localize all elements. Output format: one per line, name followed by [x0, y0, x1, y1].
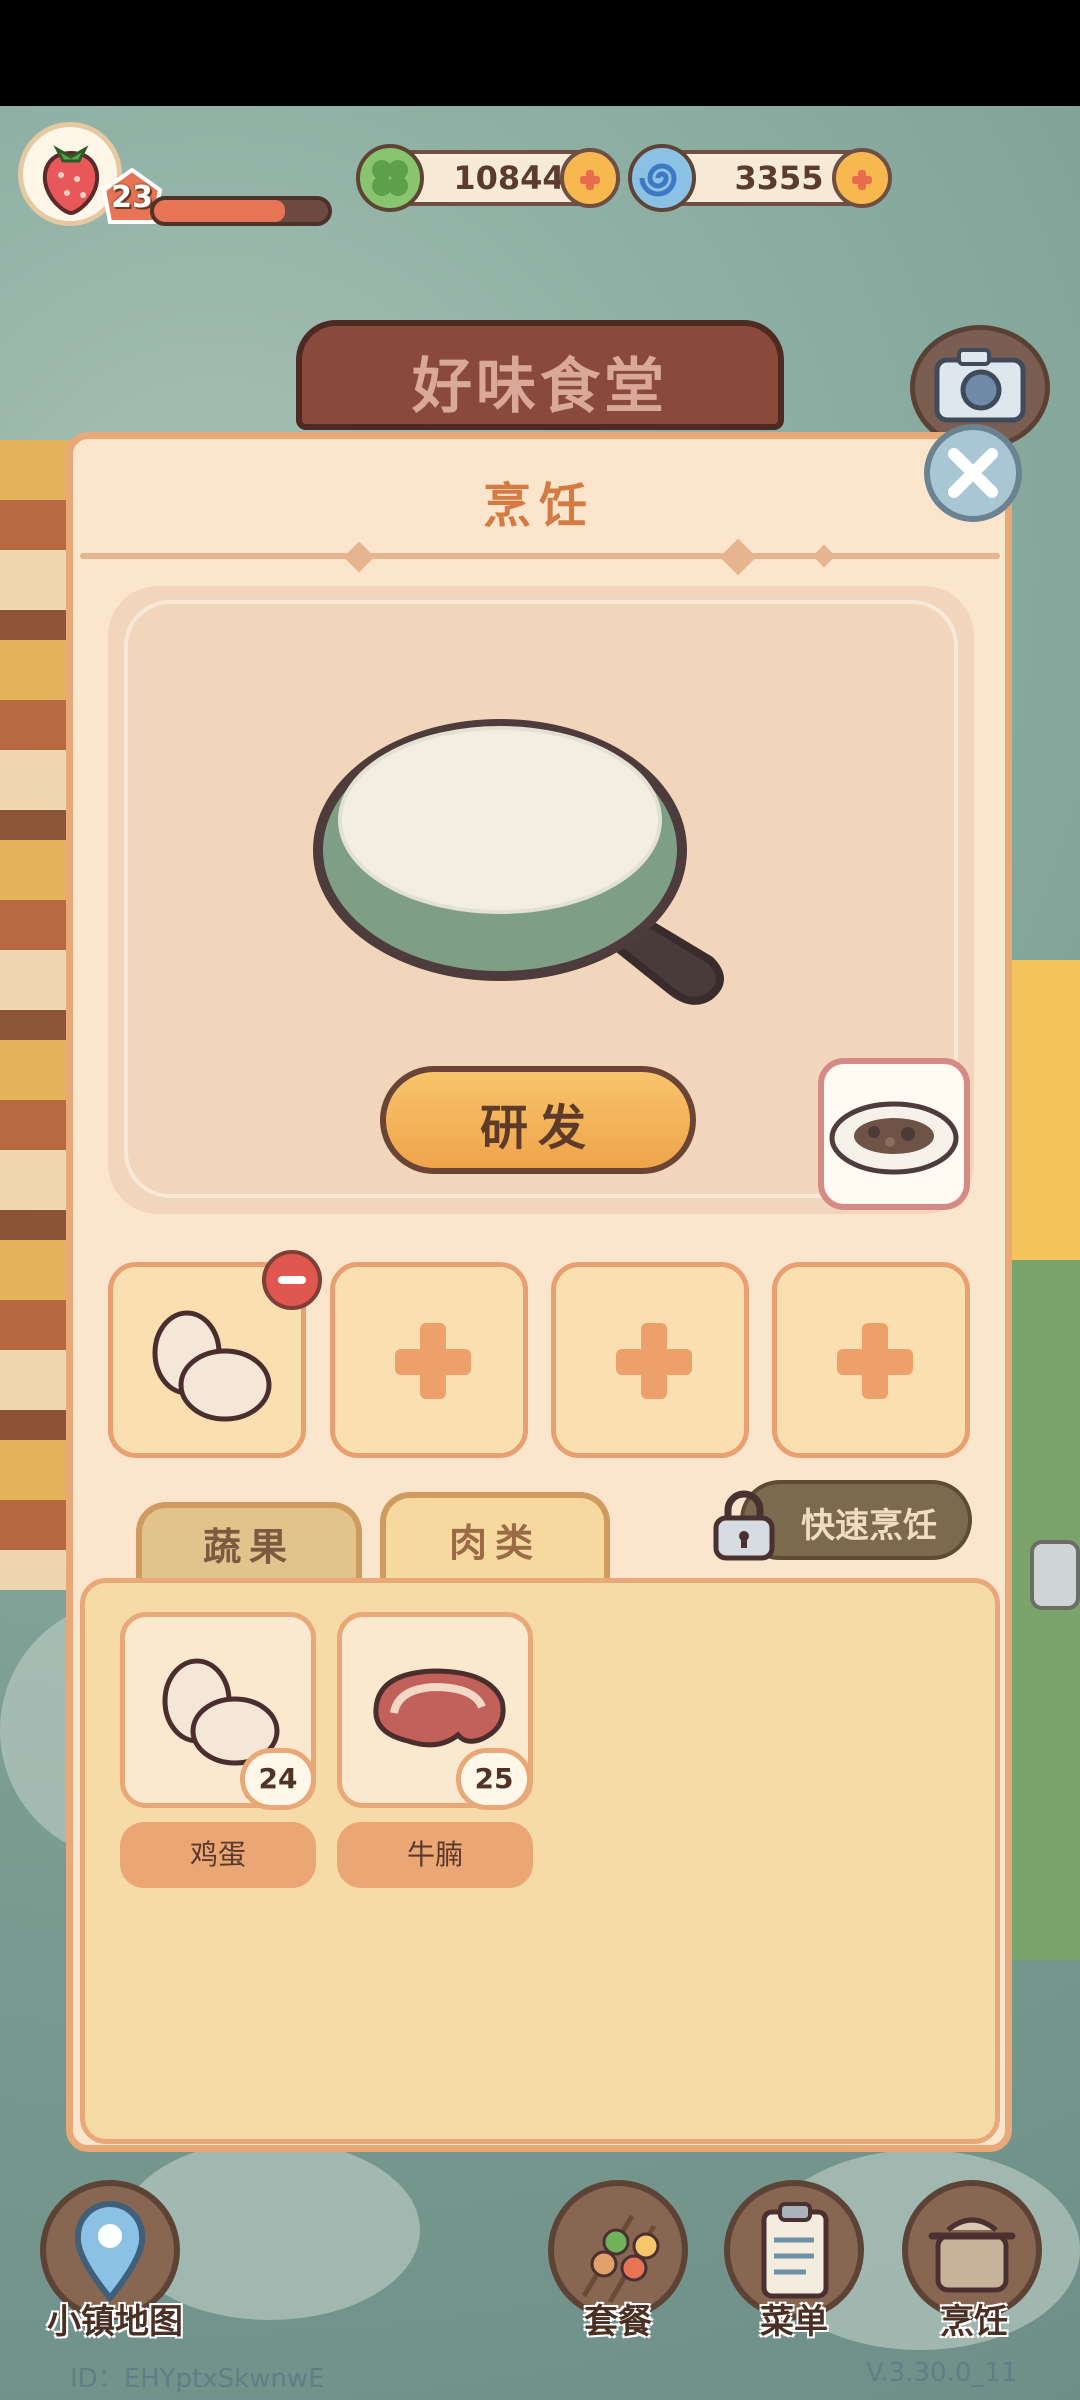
- title-divider: [80, 553, 1000, 559]
- remove-ingredient-button[interactable]: [262, 1250, 322, 1310]
- burnt-dish-icon: [829, 1101, 959, 1175]
- town-map-label: 小镇地图: [47, 2302, 183, 2342]
- swirl-icon: [628, 144, 696, 212]
- status-bar: [0, 0, 1080, 106]
- ingredient-slot-2[interactable]: [330, 1262, 528, 1458]
- version-text: V.3.30.0_11: [866, 2358, 1018, 2388]
- player-id: ID：EHYptxSkwnwE: [70, 2364, 325, 2394]
- ingredient-slot-3[interactable]: [551, 1262, 749, 1458]
- xp-progress-fill: [154, 200, 285, 222]
- frying-pan-icon: [313, 719, 724, 1005]
- xp-progress-bar: [150, 196, 332, 226]
- ingredient-slot-4[interactable]: [772, 1262, 970, 1458]
- restaurant-name: 好味食堂: [412, 352, 668, 422]
- lock-icon: [1030, 1540, 1080, 1610]
- background-building-right: [1000, 960, 1080, 1260]
- quick-cook-label: 快速烹饪: [801, 1506, 937, 1546]
- plus-icon: [837, 1323, 913, 1399]
- ingredient-count: 24: [240, 1748, 316, 1810]
- tab-meat[interactable]: 肉类: [380, 1492, 610, 1592]
- result-dish-slot[interactable]: [818, 1058, 970, 1210]
- close-button[interactable]: [924, 424, 1022, 522]
- plus-icon: [616, 1323, 692, 1399]
- add-currency-green-button[interactable]: [560, 148, 620, 208]
- clover-icon: [356, 144, 424, 212]
- menu-label: 菜单: [760, 2302, 828, 2342]
- ingredient-count: 25: [456, 1748, 532, 1810]
- add-currency-blue-button[interactable]: [832, 148, 892, 208]
- panel-title: 烹饪: [482, 478, 595, 534]
- strawberry-icon: [42, 145, 100, 215]
- lock-icon: [713, 1490, 775, 1561]
- research-label: 研发: [479, 1100, 596, 1156]
- ingredient-name: 鸡蛋: [120, 1822, 316, 1888]
- cooking-label: 烹饪: [940, 2302, 1008, 2342]
- close-icon: [948, 448, 998, 498]
- plus-icon: [395, 1323, 471, 1399]
- set-meal-label: 套餐: [584, 2302, 652, 2342]
- ingredient-name: 牛腩: [337, 1822, 533, 1888]
